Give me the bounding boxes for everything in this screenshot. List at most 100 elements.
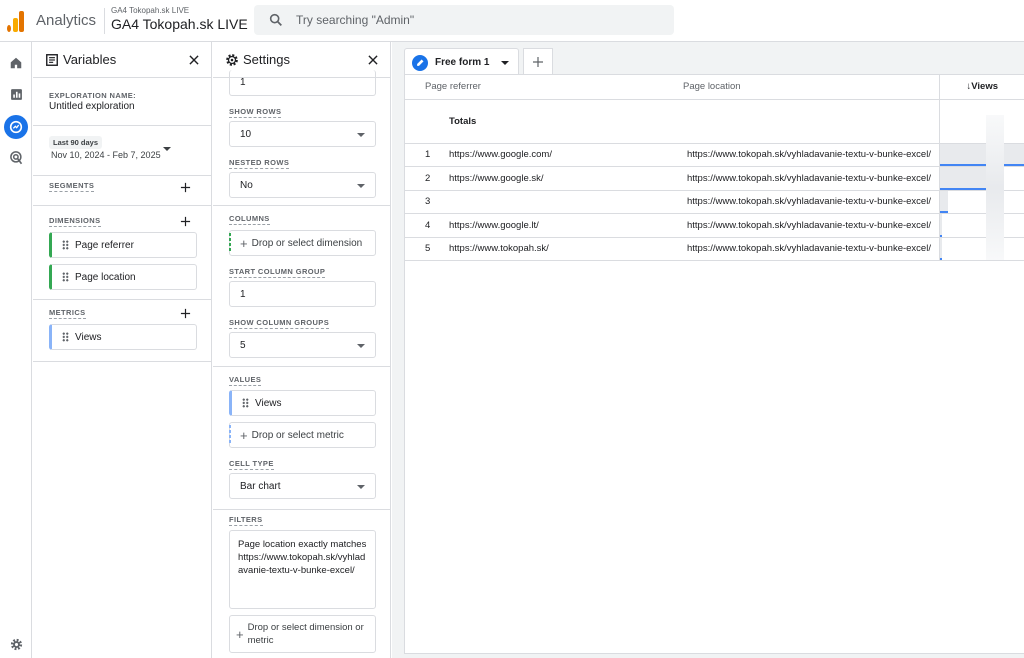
row-index: 3	[405, 190, 449, 214]
property-name: GA4 Tokopah.sk LIVE	[111, 16, 248, 32]
add-segment-icon[interactable]	[180, 182, 191, 193]
table-header-row: Page referrer Page location ↓Views	[405, 75, 1024, 100]
table-row[interactable]: 2 https://www.google.sk/https://www.tokop…	[405, 166, 1024, 191]
filter-drop-zone[interactable]: + Drop or select dimension or metric	[229, 615, 376, 653]
free-form-table: Page referrer Page location ↓Views Total…	[405, 75, 1024, 261]
views-bar-line	[939, 258, 943, 260]
views-bar-cell	[938, 237, 1024, 261]
value-chip-views[interactable]: Views	[229, 390, 376, 416]
date-range-section[interactable]: Last 90 days Nov 10, 2024 - Feb 7, 2025	[33, 126, 211, 176]
filter-text: Page location exactly matches https://ww…	[238, 539, 367, 576]
drag-handle-icon[interactable]	[62, 272, 69, 282]
table-row[interactable]: 1 https://www.google.com/https://www.toko…	[405, 143, 1024, 167]
show-rows-label: SHOW ROWS	[229, 107, 282, 118]
table-row[interactable]: 4 https://www.google.lt/https://www.tokop…	[405, 213, 1024, 238]
metric-chip-views[interactable]: Views	[49, 324, 197, 350]
table-row[interactable]: 3 https://www.tokopah.sk/vyhladavanie-tex…	[405, 190, 1024, 214]
start-row-value: 1	[240, 77, 246, 88]
values-drop-text: Drop or select metric	[251, 429, 344, 441]
metrics-label: METRICS	[49, 308, 86, 319]
columns-drop-zone[interactable]: + Drop or select dimension	[229, 230, 376, 256]
free-form-table-area: Page referrer Page location ↓Views Total…	[404, 74, 1024, 654]
views-bar	[939, 214, 943, 237]
edit-pencil-icon[interactable]	[412, 54, 428, 71]
header-views[interactable]: ↓Views	[938, 75, 1024, 100]
views-bar-cell	[938, 143, 1024, 167]
chevron-down-icon	[357, 344, 365, 348]
dimension-chip-page-location[interactable]: Page location	[49, 264, 197, 290]
dimension-label: Page location	[75, 271, 136, 283]
nested-rows-select[interactable]: No	[229, 172, 376, 198]
account-name[interactable]: GA4 Tokopah.sk LIVE	[111, 6, 189, 15]
segments-section: SEGMENTS	[33, 176, 211, 206]
property-selector[interactable]: GA4 Tokopah.sk LIVE	[111, 16, 248, 32]
page-location-cell: https://www.tokopah.sk/vyhladavanie-text…	[687, 213, 939, 238]
start-row-input[interactable]: 1	[229, 70, 376, 96]
filter-drop-text: Drop or select dimension or metric	[247, 622, 364, 646]
settings-title: Settings	[243, 52, 290, 67]
app-name: Analytics	[36, 12, 97, 29]
exploration-name-label: EXPLORATION NAME:	[49, 91, 137, 100]
dimensions-label: DIMENSIONS	[49, 216, 101, 227]
metrics-section: METRICS Views	[33, 300, 211, 362]
dimension-chip-page-referrer[interactable]: Page referrer	[49, 232, 197, 258]
drag-handle-icon[interactable]	[242, 398, 249, 408]
cell-type-value: Bar chart	[240, 480, 281, 492]
drag-handle-icon[interactable]	[62, 240, 69, 250]
close-icon[interactable]	[366, 53, 380, 67]
show-column-groups-value: 5	[240, 339, 246, 351]
add-tab-button[interactable]	[523, 48, 553, 74]
row-index: 4	[405, 213, 449, 238]
views-column-shade	[986, 115, 1004, 260]
chevron-down-icon[interactable]	[501, 61, 509, 65]
reports-icon[interactable]	[6, 84, 26, 104]
row-index: 5	[405, 237, 449, 261]
add-metric-icon[interactable]	[180, 308, 191, 319]
search-bar[interactable]: Try searching "Admin"	[254, 5, 674, 35]
exploration-name-input[interactable]: Untitled exploration	[49, 101, 135, 112]
advertising-icon[interactable]	[6, 147, 26, 167]
tab-free-form-1[interactable]: Free form 1	[404, 48, 519, 76]
plus-icon	[533, 56, 543, 67]
chevron-down-icon	[357, 184, 365, 188]
views-bar	[939, 167, 987, 190]
divider	[104, 8, 105, 34]
start-column-group-input[interactable]: 1	[229, 281, 376, 307]
values-section: VALUES Views + Drop or select metric CEL…	[213, 367, 390, 510]
page-referrer-cell: https://www.tokopah.sk/	[449, 237, 687, 261]
table-row[interactable]: 5 https://www.tokopah.sk/https://www.toko…	[405, 237, 1024, 261]
metric-label: Views	[75, 331, 102, 343]
dimensions-section: DIMENSIONS Page referrer Page location	[33, 206, 211, 300]
explore-icon[interactable]	[4, 115, 28, 139]
settings-panel: Settings 1 SHOW ROWS 10 NESTED ROWS No C…	[213, 42, 391, 658]
rows-section: 1 SHOW ROWS 10 NESTED ROWS No	[213, 70, 390, 206]
show-rows-select[interactable]: 10	[229, 121, 376, 147]
filter-chip[interactable]: Page location exactly matches https://ww…	[229, 530, 376, 609]
cell-type-select[interactable]: Bar chart	[229, 473, 376, 499]
views-bar-cell	[938, 166, 1024, 191]
views-bar	[939, 190, 949, 213]
variables-title: Variables	[63, 52, 117, 67]
show-column-groups-select[interactable]: 5	[229, 332, 376, 358]
close-icon[interactable]	[187, 53, 201, 67]
home-icon[interactable]	[6, 53, 26, 73]
plus-icon: +	[240, 427, 248, 443]
show-rows-value: 10	[240, 128, 252, 140]
values-label: VALUES	[229, 375, 262, 386]
header-page-referrer[interactable]: Page referrer	[425, 75, 663, 100]
left-nav-rail	[0, 42, 32, 658]
settings-icon[interactable]	[6, 634, 26, 654]
page-referrer-cell: https://www.google.lt/	[449, 213, 687, 238]
analytics-logo-icon[interactable]	[7, 10, 25, 32]
chevron-down-icon[interactable]	[163, 147, 171, 151]
segments-label: SEGMENTS	[49, 181, 95, 192]
drag-handle-icon[interactable]	[62, 332, 69, 342]
search-placeholder: Try searching "Admin"	[296, 13, 415, 27]
header-page-location[interactable]: Page location	[683, 75, 935, 100]
variables-panel: Variables EXPLORATION NAME: Untitled exp…	[33, 42, 212, 658]
search-icon	[269, 13, 282, 26]
gear-icon	[226, 53, 238, 66]
add-dimension-icon[interactable]	[180, 216, 191, 227]
values-drop-zone[interactable]: + Drop or select metric	[229, 422, 376, 448]
date-range-badge: Last 90 days	[49, 136, 103, 149]
